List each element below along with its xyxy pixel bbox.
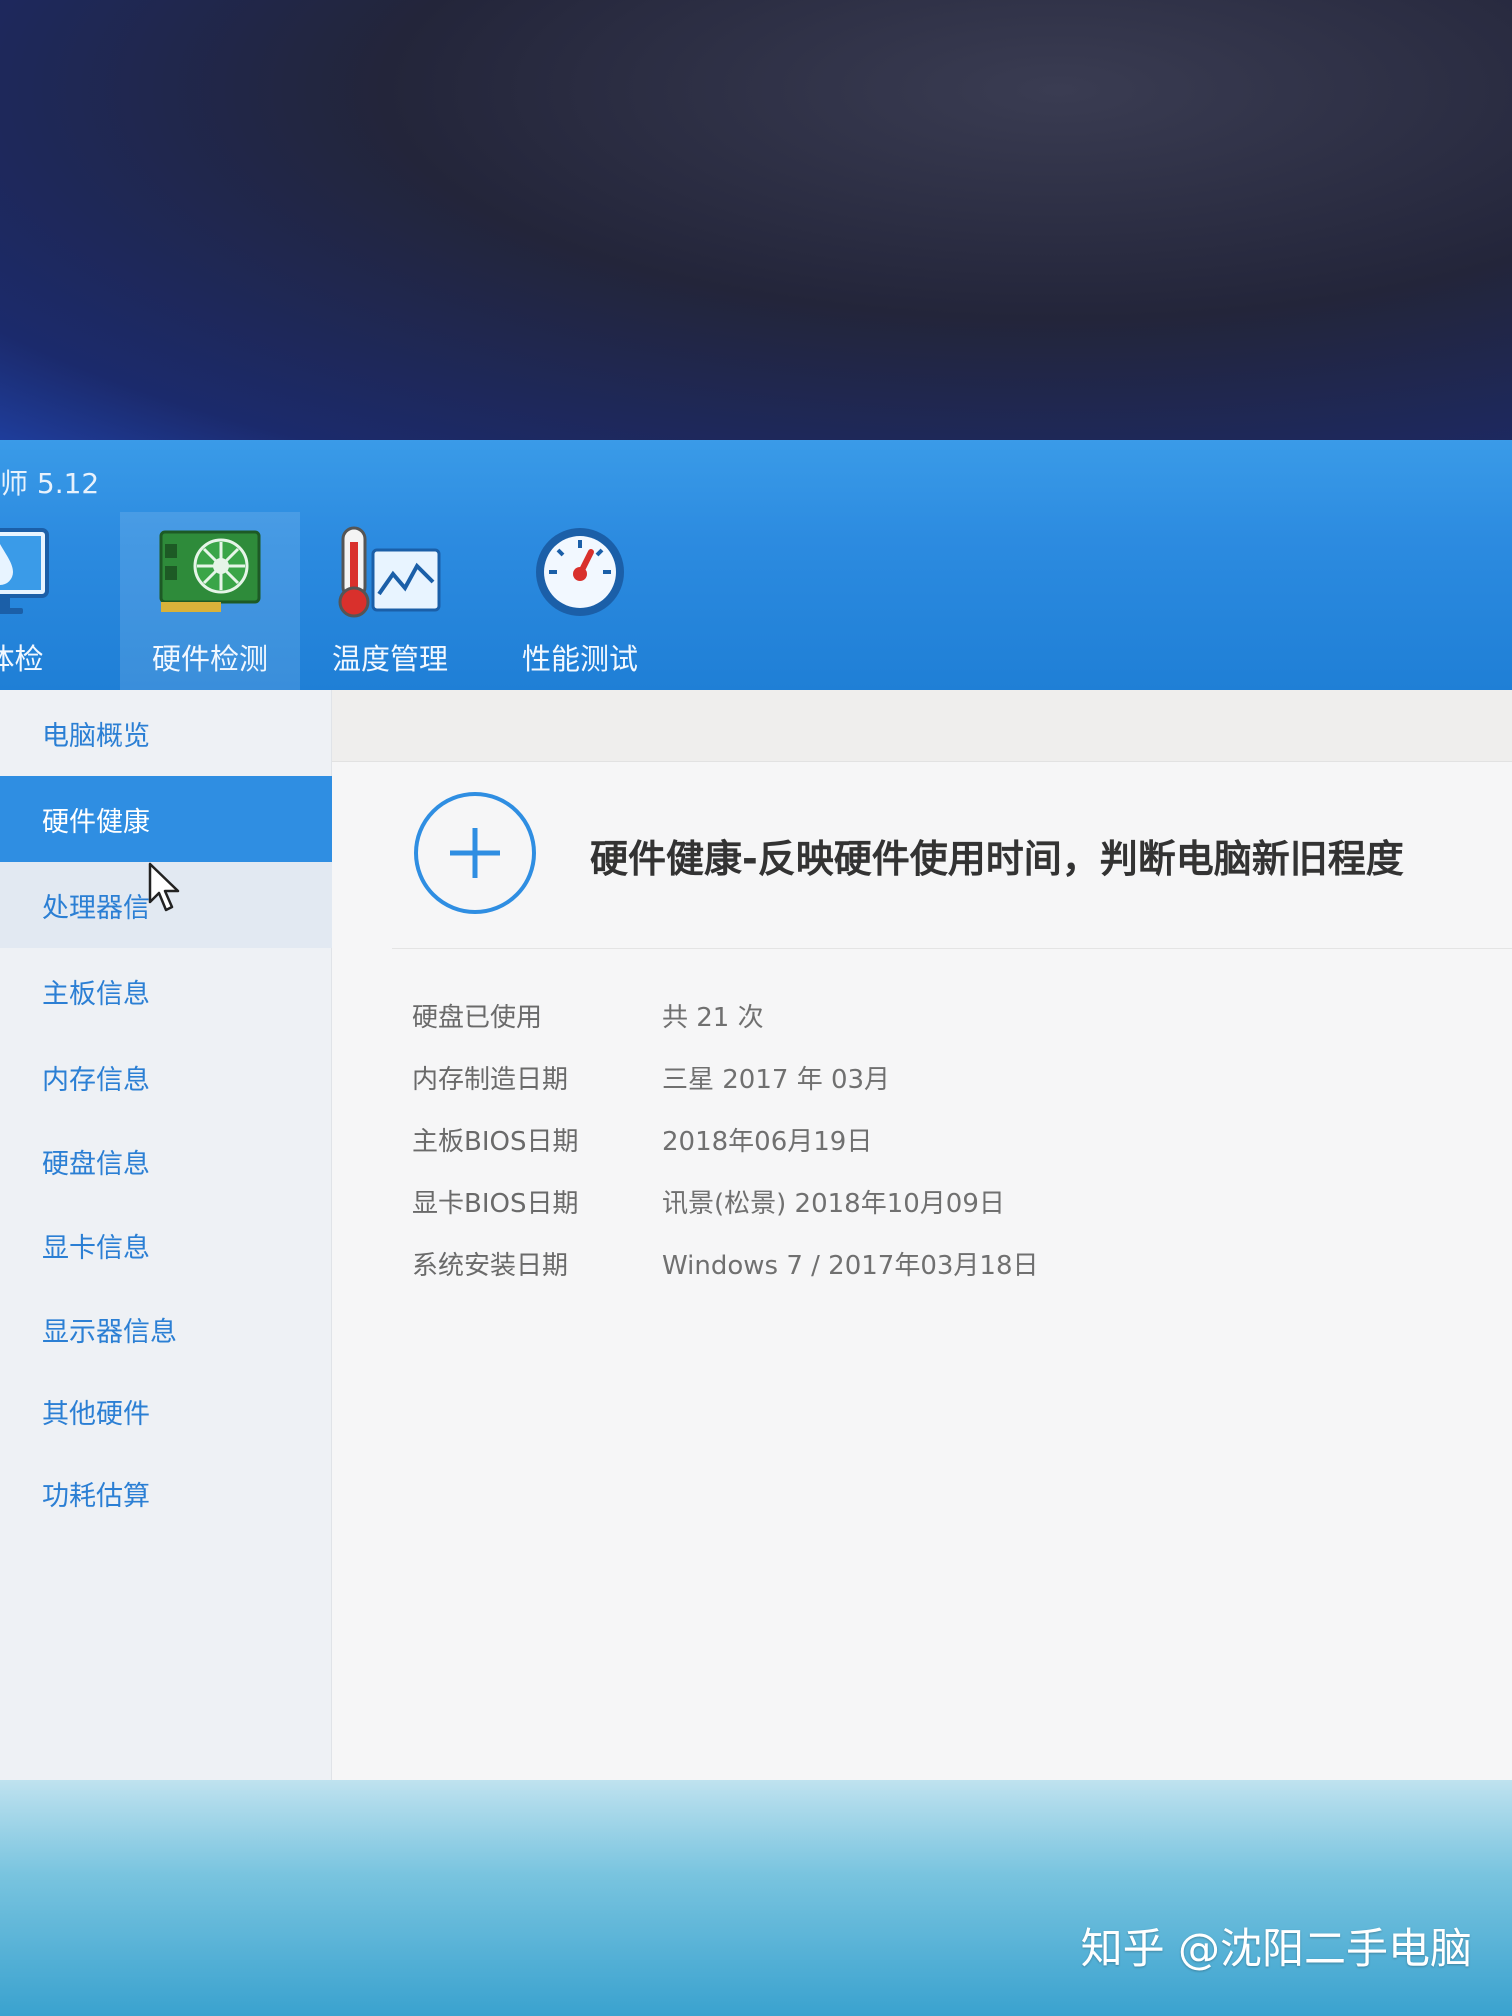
sidebar-item-power-estimate[interactable]: 功耗估算 <box>0 1450 332 1536</box>
tab-temperature-label: 温度管理 <box>331 642 448 676</box>
info-row-os-install-date: 系统安装日期 Windows 7 / 2017年03月18日 <box>412 1238 1039 1288</box>
sidebar: 电脑概览 硬件健康 处理器信 主板信息 内存信息 硬盘信息 显卡信息 显示器信息… <box>0 690 332 1800</box>
info-label: 主板BIOS日期 <box>412 1126 579 1157</box>
app-header: 师 5.12 件体检 <box>0 440 1512 690</box>
sidebar-item-motherboard[interactable]: 主板信息 <box>0 948 332 1034</box>
hardware-card-icon <box>159 530 261 612</box>
info-row-memory-date: 内存制造日期 三星 2017 年 03月 <box>412 1052 890 1102</box>
desktop-background-bottom: 知乎 @沈阳二手电脑 <box>0 1780 1512 2016</box>
sidebar-item-disk[interactable]: 硬盘信息 <box>0 1118 332 1204</box>
info-label: 显卡BIOS日期 <box>412 1188 579 1219</box>
tab-checkup[interactable]: 件体检 <box>0 512 90 690</box>
info-row-board-bios-date: 主板BIOS日期 2018年06月19日 <box>412 1114 872 1164</box>
sidebar-item-gpu[interactable]: 显卡信息 <box>0 1202 332 1288</box>
tab-performance[interactable]: 性能测试 <box>490 512 670 690</box>
app-title: 师 5.12 <box>0 467 100 500</box>
tab-hardware-detect[interactable]: 硬件检测 <box>120 512 300 690</box>
watermark-text: 知乎 @沈阳二手电脑 <box>1080 1924 1472 1973</box>
sidebar-item-other-hardware[interactable]: 其他硬件 <box>0 1368 332 1454</box>
info-value: Windows 7 / 2017年03月18日 <box>662 1250 1039 1281</box>
info-value: 共 21 次 <box>662 1002 764 1033</box>
sidebar-item-hardware-health[interactable]: 硬件健康 <box>0 776 332 862</box>
plus-circle-icon <box>414 792 536 914</box>
tab-temperature[interactable]: 温度管理 <box>300 512 480 690</box>
speedometer-icon <box>536 528 624 616</box>
info-row-disk-usage: 硬盘已使用 共 21 次 <box>412 990 764 1040</box>
info-row-gpu-bios-date: 显卡BIOS日期 讯景(松景) 2018年10月09日 <box>412 1176 1005 1226</box>
sidebar-item-overview[interactable]: 电脑概览 <box>0 690 332 776</box>
info-label: 系统安装日期 <box>412 1250 569 1281</box>
info-label: 硬盘已使用 <box>412 1002 543 1033</box>
tab-performance-label: 性能测试 <box>521 642 638 676</box>
content-panel: 硬件健康-反映硬件使用时间，判断电脑新旧程度 硬盘已使用 共 21 次 内存制造… <box>332 690 1512 1800</box>
page-headline: 硬件健康-反映硬件使用时间，判断电脑新旧程度 <box>590 837 1404 881</box>
tab-checkup-label: 件体检 <box>0 642 44 676</box>
info-value: 2018年06月19日 <box>662 1126 873 1157</box>
sidebar-item-memory[interactable]: 内存信息 <box>0 1034 332 1120</box>
info-value: 三星 2017 年 03月 <box>662 1064 891 1095</box>
info-label: 内存制造日期 <box>412 1064 569 1095</box>
desktop-background-top <box>0 0 1512 450</box>
app-window: 师 5.12 件体检 <box>0 440 1512 1800</box>
content-top-strip <box>332 690 1512 762</box>
info-value: 讯景(松景) 2018年10月09日 <box>662 1188 1005 1219</box>
mouse-cursor-icon <box>148 862 180 912</box>
thermometer-chart-icon <box>338 526 441 618</box>
monitor-drop-icon <box>0 528 49 614</box>
content-divider <box>392 948 1512 949</box>
sidebar-item-display[interactable]: 显示器信息 <box>0 1286 332 1372</box>
tab-hardware-detect-label: 硬件检测 <box>151 642 268 676</box>
